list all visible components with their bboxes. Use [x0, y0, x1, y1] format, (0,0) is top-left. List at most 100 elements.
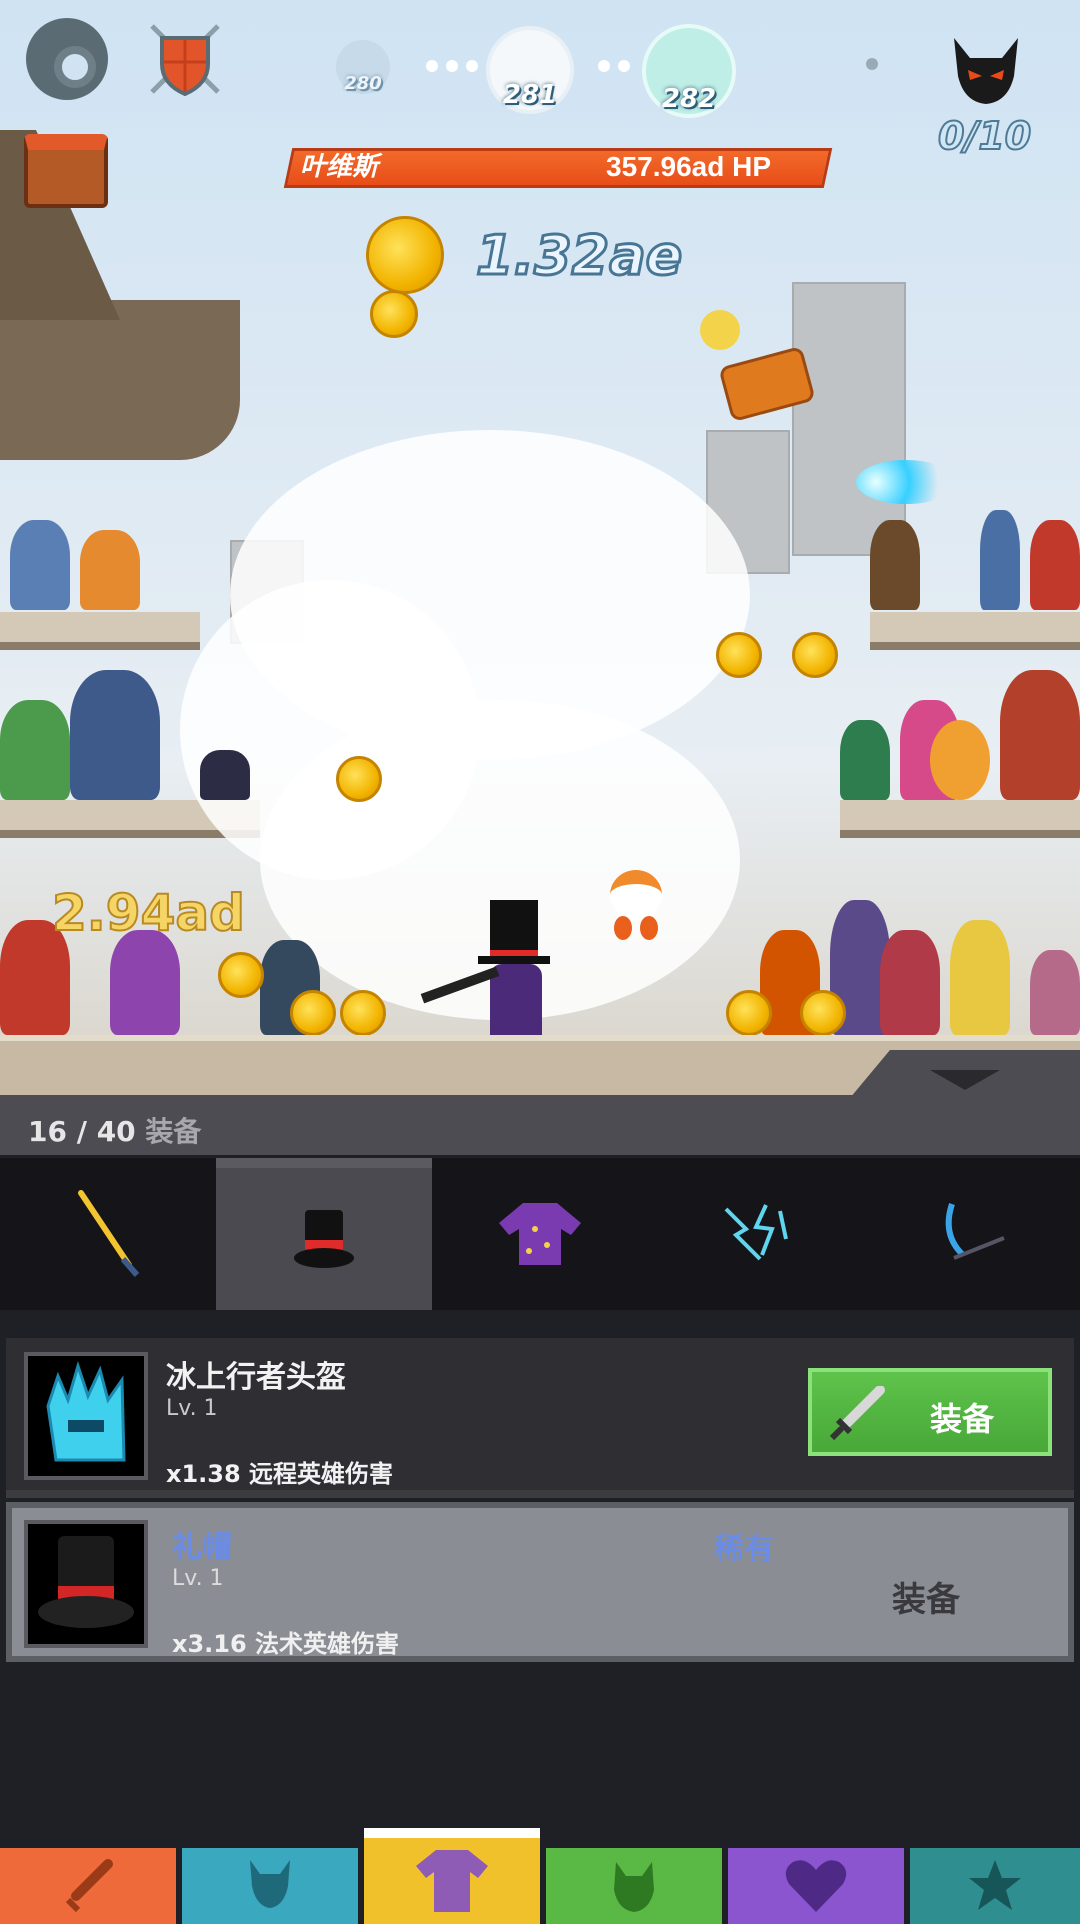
hero-character — [880, 930, 940, 1035]
gold-coin[interactable] — [792, 632, 838, 678]
gold-coin[interactable] — [218, 952, 264, 998]
tab-relic[interactable] — [864, 1158, 1080, 1310]
shop-stall-icon[interactable] — [24, 134, 108, 208]
hero-character — [10, 520, 70, 610]
tab-headgear[interactable] — [216, 1158, 432, 1310]
ice-helmet-icon — [24, 1352, 148, 1480]
stage-number: 280 — [344, 73, 382, 94]
left-upper-ledge — [0, 612, 200, 650]
hero-character — [200, 750, 250, 800]
sword-icon — [78, 1190, 140, 1277]
dust-cloud — [180, 580, 480, 880]
equip-button[interactable]: 装备 — [808, 1368, 1052, 1456]
progress-dot — [598, 60, 610, 72]
progress-dot — [466, 60, 478, 72]
item-rarity: 稀有 — [714, 1532, 774, 1567]
hero-character — [1030, 520, 1080, 610]
game-scene[interactable]: 280 281 282 0/10 叶维斯 357.96ad HP 1.32ae … — [0, 0, 1080, 1095]
tab-accessory[interactable] — [648, 1158, 864, 1310]
progress-dot — [426, 60, 438, 72]
hero-character — [70, 670, 160, 800]
stage-number: 282 — [661, 84, 717, 114]
list-item[interactable]: 礼帽 稀有 Lv. 1 x3.16 法术英雄伤害 装备 — [6, 1502, 1074, 1662]
pirate-ship — [0, 300, 240, 460]
tab-weapon[interactable] — [0, 1158, 216, 1310]
hero-character — [1000, 670, 1080, 800]
item-level: Lv. 1 — [172, 1566, 224, 1591]
progress-dot — [446, 60, 458, 72]
nav-heroes[interactable] — [182, 1848, 358, 1924]
nav-weapons[interactable] — [0, 1848, 176, 1924]
gold-coin[interactable] — [290, 990, 336, 1036]
lightning-icon — [724, 1204, 788, 1261]
top-hat-icon — [294, 1210, 354, 1268]
right-lower-ledge — [840, 800, 1080, 838]
item-effect: x3.16 法术英雄伤害 — [172, 1630, 400, 1658]
item-name: 礼帽 — [172, 1530, 232, 1565]
hero-character — [80, 530, 140, 610]
sword-icon — [65, 1859, 113, 1913]
top-hat-hero — [420, 900, 560, 1035]
gold-coin[interactable] — [800, 990, 846, 1036]
hero-character — [0, 700, 70, 800]
right-upper-ledge — [870, 612, 1080, 650]
hero-character — [950, 920, 1010, 1035]
hero-icon — [250, 1860, 290, 1908]
equipment-count-label: 装备 — [145, 1115, 202, 1148]
equipped-label[interactable]: 装备 — [892, 1572, 960, 1621]
equipment-count-value: 16 / 40 — [28, 1115, 136, 1148]
item-effect: x1.38 远程英雄伤害 — [166, 1460, 394, 1488]
gold-coin[interactable] — [336, 756, 382, 802]
bottom-nav — [0, 1828, 1080, 1924]
enemy-monster[interactable] — [590, 850, 680, 940]
star-icon — [969, 1860, 1021, 1910]
shirt-icon — [416, 1850, 488, 1912]
hero-character — [110, 930, 180, 1035]
gold-coin[interactable] — [716, 632, 762, 678]
list-item[interactable]: 冰上行者头盔 Lv. 1 x1.38 远程英雄伤害 装备 — [6, 1338, 1074, 1498]
collapse-panel-tab[interactable] — [850, 1050, 1080, 1098]
nav-pets[interactable] — [546, 1848, 722, 1924]
stage-281[interactable]: 281 — [486, 26, 574, 114]
equipment-tabs — [0, 1158, 1080, 1310]
gold-amount: 1.32ae — [474, 223, 683, 289]
progress-dot — [866, 58, 878, 70]
robe-icon — [499, 1203, 581, 1265]
boss-name: 叶维斯 — [300, 152, 379, 182]
pet-icon — [614, 1862, 654, 1912]
boss-demon-icon[interactable] — [948, 36, 1024, 106]
stage-number: 281 — [502, 80, 558, 110]
gold-coin-icon — [370, 290, 418, 338]
stage-280[interactable]: 280 — [336, 40, 390, 94]
equipment-count: 16 / 40 装备 — [28, 1110, 201, 1150]
boss-kill-counter: 0/10 — [937, 113, 1032, 159]
equip-button-label: 装备 — [930, 1400, 995, 1438]
gold-coin[interactable] — [726, 990, 772, 1036]
fairy-treasure-chest[interactable] — [700, 310, 816, 423]
blue-energy-orb — [856, 460, 956, 504]
nav-rankings[interactable] — [910, 1848, 1080, 1924]
tab-armor[interactable] — [432, 1158, 648, 1310]
equipment-list: 冰上行者头盔 Lv. 1 x1.38 远程英雄伤害 装备 礼帽 稀有 Lv. 1… — [0, 1310, 1080, 1662]
chevron-down-icon — [930, 1070, 1000, 1090]
hero-character — [1030, 950, 1080, 1035]
sword-icon — [829, 1386, 885, 1441]
blue-sword-icon — [945, 1203, 1005, 1260]
hero-character — [840, 720, 890, 800]
boss-hp-value: 357.96ad HP — [606, 151, 771, 182]
shield-icon[interactable] — [146, 22, 224, 98]
item-level: Lv. 1 — [166, 1396, 218, 1421]
top-hat-icon — [24, 1520, 148, 1648]
item-name: 冰上行者头盔 — [166, 1360, 346, 1395]
hero-character — [930, 720, 990, 800]
stage-282[interactable]: 282 — [642, 24, 736, 118]
gold-coin-icon — [366, 216, 444, 294]
nav-equipment[interactable] — [364, 1828, 540, 1924]
hero-character — [980, 510, 1020, 610]
damage-popup: 2.94ad — [51, 883, 246, 943]
heart-icon — [785, 1860, 847, 1912]
nav-guardians[interactable] — [728, 1848, 904, 1924]
gold-coin[interactable] — [340, 990, 386, 1036]
progress-dot — [618, 60, 630, 72]
settings-gear-icon[interactable] — [26, 18, 108, 100]
